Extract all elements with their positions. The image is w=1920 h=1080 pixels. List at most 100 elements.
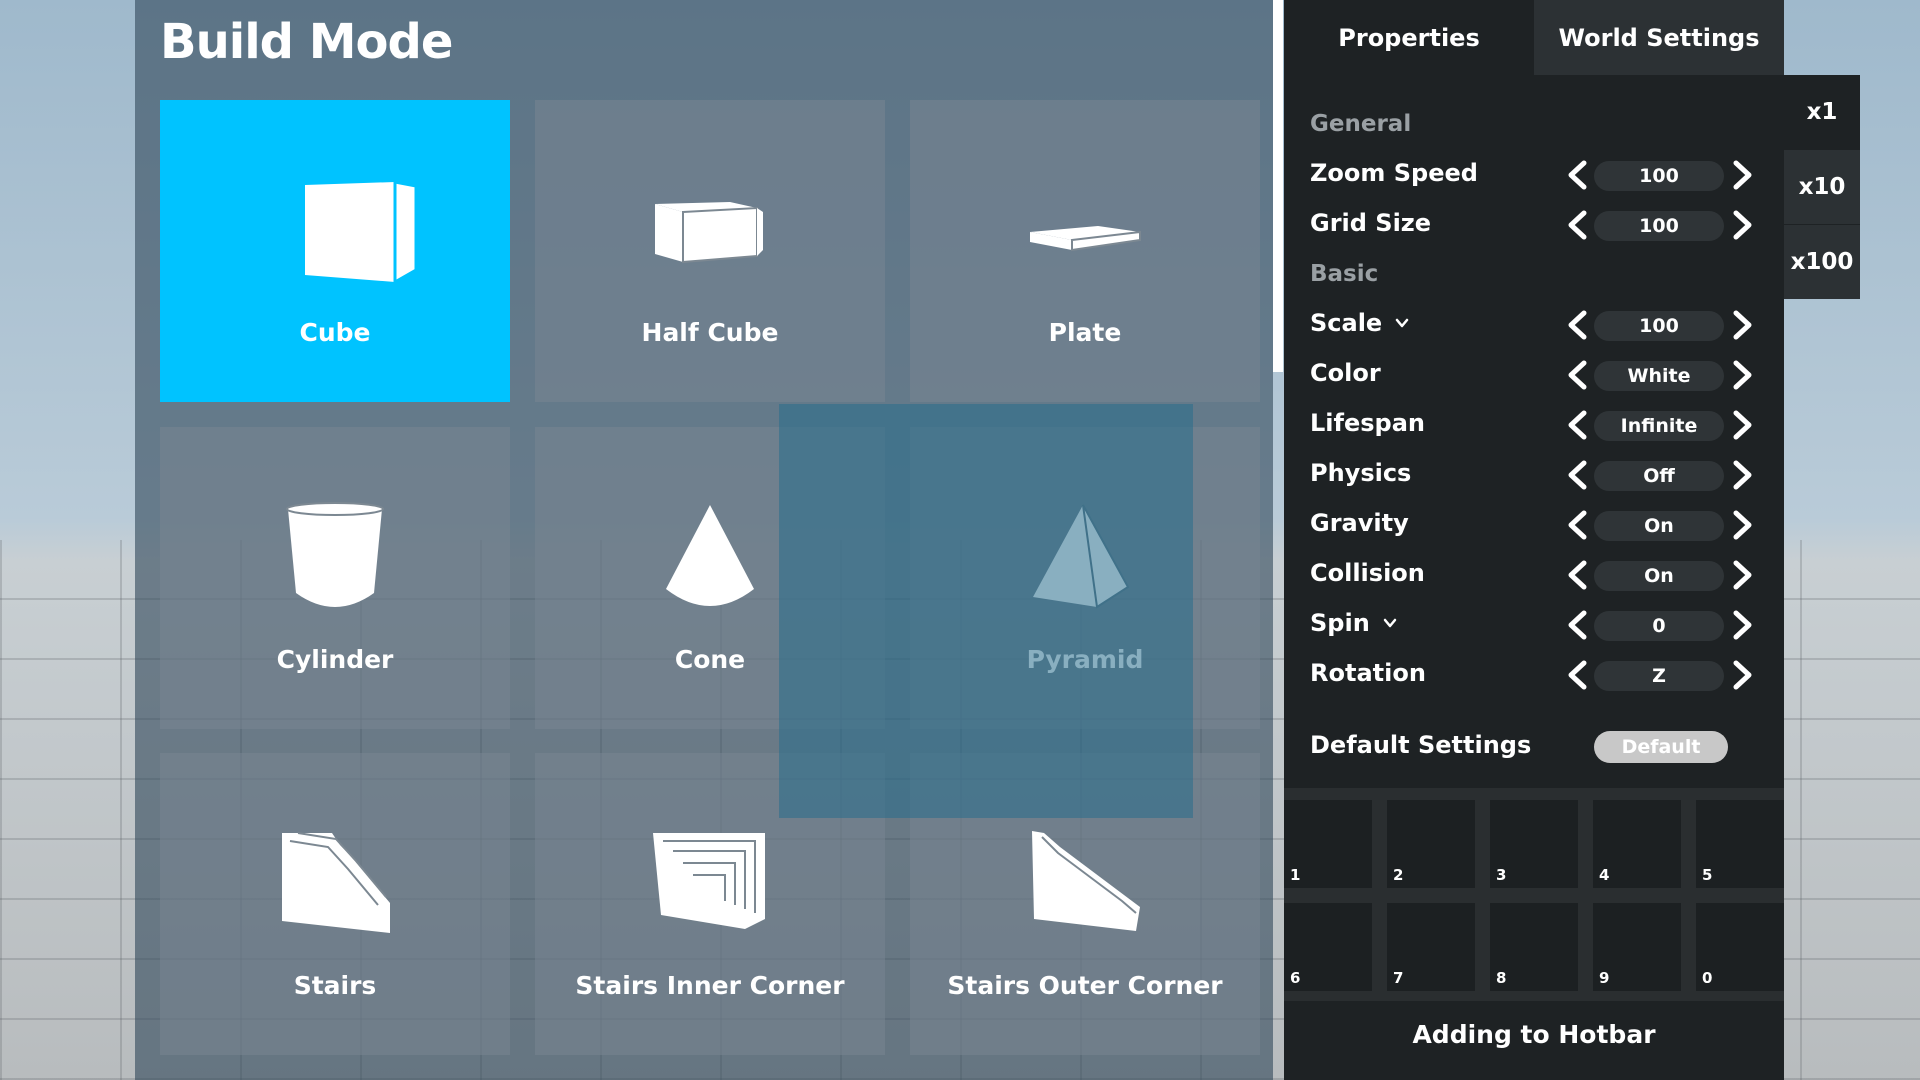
chevron-right-icon[interactable] xyxy=(1730,310,1756,340)
chevron-left-icon[interactable] xyxy=(1564,560,1590,590)
tab-world-settings[interactable]: World Settings xyxy=(1534,0,1784,75)
default-settings-label: Default Settings xyxy=(1310,731,1532,759)
value-display: 100 xyxy=(1594,161,1724,191)
chevron-left-icon[interactable] xyxy=(1564,460,1590,490)
multiplier-x10-button[interactable]: x10 xyxy=(1784,150,1860,224)
multiplier-strip: x1 x10 x100 xyxy=(1784,75,1860,299)
slot-number: 9 xyxy=(1599,969,1610,987)
row-label[interactable]: Scale xyxy=(1310,309,1410,337)
slot-number: 1 xyxy=(1290,866,1301,884)
stairs-outer-corner-icon xyxy=(1032,831,1140,931)
chevron-left-icon[interactable] xyxy=(1564,160,1590,190)
chevron-left-icon[interactable] xyxy=(1564,210,1590,240)
tile-label: Pyramid xyxy=(1026,645,1144,674)
value-display: 100 xyxy=(1594,311,1724,341)
slot-number: 5 xyxy=(1702,866,1713,884)
row-scale: Scale 100 xyxy=(1310,305,1760,345)
chevron-left-icon[interactable] xyxy=(1564,410,1590,440)
value-display: On xyxy=(1594,561,1724,591)
row-collision: Collision On xyxy=(1310,555,1760,595)
hotbar: 1 2 3 4 5 6 7 8 9 0 xyxy=(1284,788,1784,1001)
row-grid-size: Grid Size 100 xyxy=(1310,205,1760,245)
hotbar-slot-0[interactable]: 0 xyxy=(1696,903,1784,991)
chevron-right-icon[interactable] xyxy=(1730,160,1756,190)
pyramid-icon xyxy=(1033,504,1130,609)
chevron-right-icon[interactable] xyxy=(1730,460,1756,490)
chevron-down-icon[interactable] xyxy=(1394,315,1410,331)
row-label: Lifespan xyxy=(1310,409,1425,437)
tile-stairs[interactable]: Stairs xyxy=(160,753,510,1055)
chevron-right-icon[interactable] xyxy=(1730,560,1756,590)
tile-stairs-outer-corner[interactable]: Stairs Outer Corner xyxy=(910,753,1260,1055)
row-label: Collision xyxy=(1310,559,1425,587)
tile-stairs-inner-corner[interactable]: Stairs Inner Corner xyxy=(535,753,885,1055)
hotbar-slot-3[interactable]: 3 xyxy=(1490,800,1578,888)
cone-icon xyxy=(666,505,754,606)
tile-label: Cone xyxy=(674,645,746,674)
hotbar-slot-1[interactable]: 1 xyxy=(1284,800,1372,888)
row-gravity: Gravity On xyxy=(1310,505,1760,545)
build-mode-panel: Build Mode Cube Half Cube Plate Cylinder… xyxy=(135,0,1273,1080)
tile-cone[interactable]: Cone xyxy=(535,427,885,729)
chevron-right-icon[interactable] xyxy=(1730,510,1756,540)
tile-label: Half Cube xyxy=(641,318,779,347)
value-display: Off xyxy=(1594,461,1724,491)
tab-properties[interactable]: Properties xyxy=(1284,0,1534,75)
chevron-left-icon[interactable] xyxy=(1564,660,1590,690)
chevron-down-icon[interactable] xyxy=(1382,615,1398,631)
hotbar-caption: Adding to Hotbar xyxy=(1412,1020,1656,1049)
half-cube-icon xyxy=(655,202,763,264)
slot-number: 8 xyxy=(1496,969,1507,987)
hotbar-slot-6[interactable]: 6 xyxy=(1284,903,1372,991)
chevron-right-icon[interactable] xyxy=(1730,210,1756,240)
chevron-right-icon[interactable] xyxy=(1730,410,1756,440)
multiplier-x1-button[interactable]: x1 xyxy=(1784,75,1860,149)
stairs-icon xyxy=(282,832,390,933)
row-label: Zoom Speed xyxy=(1310,159,1478,187)
row-spin: Spin 0 xyxy=(1310,605,1760,645)
slot-number: 2 xyxy=(1393,866,1404,884)
row-physics: Physics Off xyxy=(1310,455,1760,495)
default-button[interactable]: Default xyxy=(1594,731,1728,763)
chevron-left-icon[interactable] xyxy=(1564,360,1590,390)
tile-label: Stairs xyxy=(293,971,377,1000)
row-label: Rotation xyxy=(1310,659,1426,687)
tile-cube[interactable]: Cube xyxy=(160,100,510,402)
hotbar-slot-9[interactable]: 9 xyxy=(1593,903,1681,991)
slot-number: 7 xyxy=(1393,969,1404,987)
row-label: Gravity xyxy=(1310,509,1409,537)
tile-label: Plate xyxy=(1048,318,1122,347)
chevron-left-icon[interactable] xyxy=(1564,310,1590,340)
multiplier-x100-button[interactable]: x100 xyxy=(1784,225,1860,299)
row-label: Grid Size xyxy=(1310,209,1432,237)
tile-cylinder[interactable]: Cylinder xyxy=(160,427,510,729)
row-zoom-speed: Zoom Speed 100 xyxy=(1310,155,1760,195)
cylinder-icon xyxy=(286,502,384,607)
chevron-right-icon[interactable] xyxy=(1730,610,1756,640)
page-title: Build Mode xyxy=(160,14,453,70)
value-display: White xyxy=(1594,361,1724,391)
slot-number: 3 xyxy=(1496,866,1507,884)
row-label[interactable]: Spin xyxy=(1310,609,1398,637)
tile-pyramid[interactable]: Pyramid xyxy=(910,427,1260,729)
row-rotation: Rotation Z xyxy=(1310,655,1760,695)
tile-plate[interactable]: Plate xyxy=(910,100,1260,402)
chevron-left-icon[interactable] xyxy=(1564,510,1590,540)
hotbar-slot-2[interactable]: 2 xyxy=(1387,800,1475,888)
row-label-text: Scale xyxy=(1310,309,1383,337)
chevron-left-icon[interactable] xyxy=(1564,610,1590,640)
section-basic: Basic xyxy=(1310,261,1379,287)
slot-number: 4 xyxy=(1599,866,1610,884)
properties-panel: Properties World Settings General Zoom S… xyxy=(1284,0,1784,1080)
chevron-right-icon[interactable] xyxy=(1730,360,1756,390)
scrollbar-thumb[interactable] xyxy=(1273,0,1283,372)
hotbar-slot-8[interactable]: 8 xyxy=(1490,903,1578,991)
chevron-right-icon[interactable] xyxy=(1730,660,1756,690)
hotbar-slot-4[interactable]: 4 xyxy=(1593,800,1681,888)
tile-label: Cylinder xyxy=(276,645,394,674)
tile-label: Stairs Inner Corner xyxy=(575,971,845,1000)
hotbar-slot-7[interactable]: 7 xyxy=(1387,903,1475,991)
hotbar-slot-5[interactable]: 5 xyxy=(1696,800,1784,888)
tile-half-cube[interactable]: Half Cube xyxy=(535,100,885,402)
plate-icon xyxy=(1030,226,1141,252)
